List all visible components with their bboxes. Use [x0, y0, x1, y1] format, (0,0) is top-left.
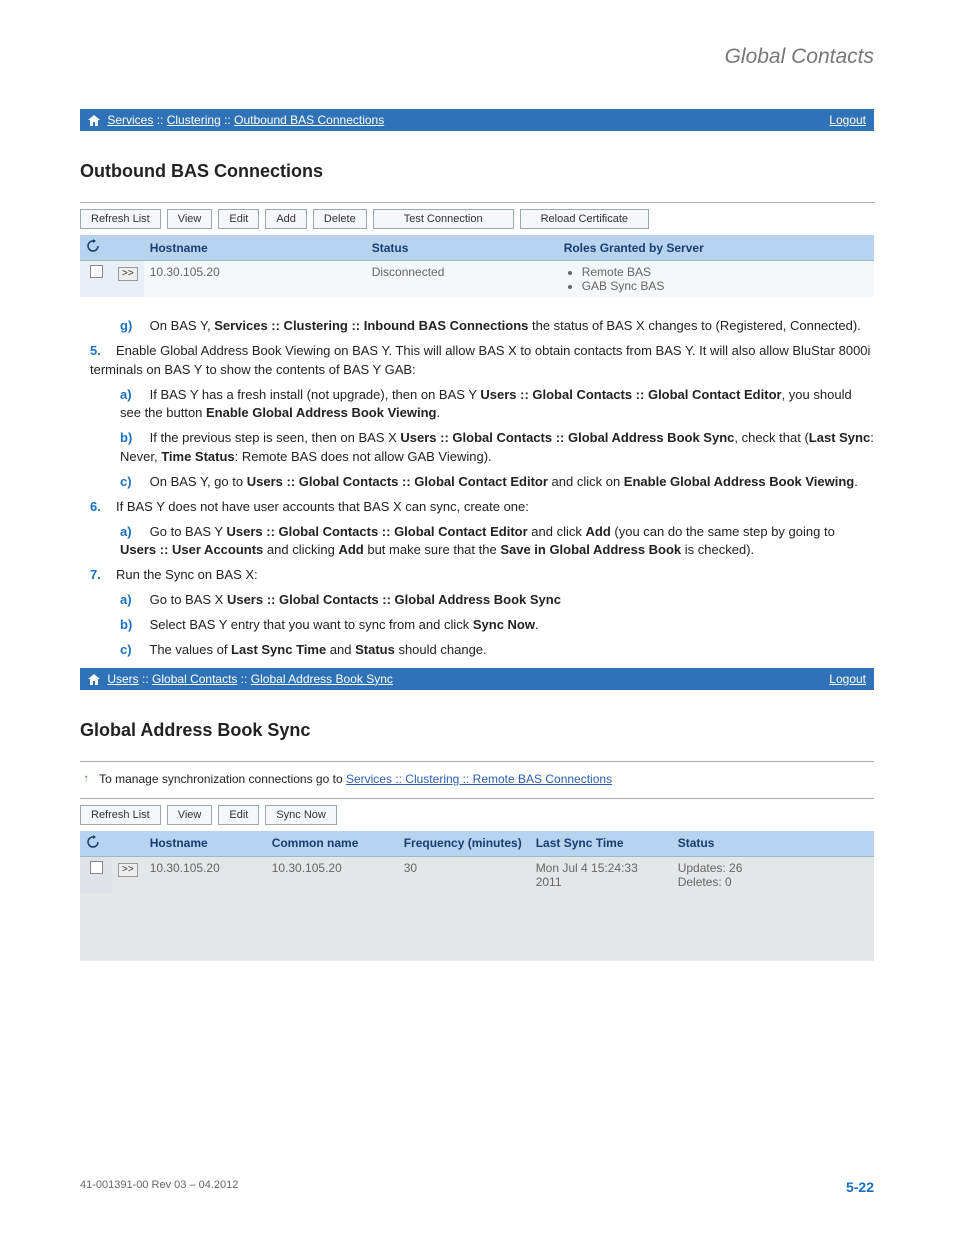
cell-hostname: 10.30.105.20 — [144, 261, 366, 298]
up-arrow-icon: ↑ — [80, 773, 92, 785]
breadcrumb-sep: :: — [157, 113, 167, 127]
section-title-gab-sync: Global Address Book Sync — [80, 720, 874, 741]
remote-bas-link[interactable]: Services :: Clustering :: Remote BAS Con… — [346, 772, 612, 786]
instruction-6: 6.If BAS Y does not have user accounts t… — [90, 498, 874, 517]
cell-common: 10.30.105.20 — [266, 856, 398, 893]
instruction-5c: c) On BAS Y, go to Users :: Global Conta… — [120, 473, 874, 492]
page-header-title: Global Contacts — [80, 45, 874, 69]
section-title-outbound: Outbound BAS Connections — [80, 161, 874, 182]
page-footer: 41-001391-00 Rev 03 – 04.2012 5-22 — [80, 1179, 874, 1195]
col-status: Status — [366, 235, 558, 261]
instruction-7: 7.Run the Sync on BAS X: — [90, 566, 874, 585]
cell-status: Disconnected — [366, 261, 558, 298]
instruction-6a: a) Go to BAS Y Users :: Global Contacts … — [120, 523, 874, 561]
col-roles: Roles Granted by Server — [558, 235, 874, 261]
instruction-5: 5.Enable Global Address Book Viewing on … — [90, 342, 874, 380]
refresh-list-button[interactable]: Refresh List — [80, 209, 161, 229]
breadcrumb-link[interactable]: Outbound BAS Connections — [234, 113, 384, 127]
footer-rev: 41-001391-00 Rev 03 – 04.2012 — [80, 1179, 238, 1195]
table-row[interactable]: >> 10.30.105.20 Disconnected Remote BAS … — [80, 261, 874, 298]
breadcrumb-sep: :: — [142, 672, 152, 686]
logout-link[interactable]: Logout — [829, 113, 866, 127]
info-line: ↑ To manage synchronization connections … — [80, 768, 874, 798]
refresh-icon-header[interactable] — [80, 831, 112, 857]
divider — [80, 202, 874, 203]
col-freq: Frequency (minutes) — [398, 831, 530, 857]
home-icon[interactable] — [88, 672, 100, 682]
expand-button[interactable]: >> — [118, 267, 138, 281]
breadcrumb-link[interactable]: Clustering — [167, 113, 221, 127]
cell-hostname: 10.30.105.20 — [144, 856, 266, 893]
col-hostname: Hostname — [144, 831, 266, 857]
toolbar-1: Refresh List View Edit Add Delete Test C… — [80, 209, 874, 229]
delete-button[interactable]: Delete — [313, 209, 367, 229]
instruction-5b: b) If the previous step is seen, then on… — [120, 429, 874, 467]
breadcrumb-link[interactable]: Global Address Book Sync — [251, 672, 393, 686]
role-item: Remote BAS — [582, 265, 868, 279]
instruction-7a: a) Go to BAS X Users :: Global Contacts … — [120, 591, 874, 610]
refresh-list-button[interactable]: Refresh List — [80, 805, 161, 825]
table-row[interactable]: >> 10.30.105.20 10.30.105.20 30 Mon Jul … — [80, 856, 874, 893]
cell-last: Mon Jul 4 15:24:33 2011 — [530, 856, 672, 893]
instruction-g: g) On BAS Y, Services :: Clustering :: I… — [120, 317, 874, 336]
cell-roles: Remote BAS GAB Sync BAS — [558, 261, 874, 298]
gab-sync-table: Hostname Common name Frequency (minutes)… — [80, 831, 874, 961]
instruction-7b: b) Select BAS Y entry that you want to s… — [120, 616, 874, 635]
col-common: Common name — [266, 831, 398, 857]
view-button[interactable]: View — [167, 805, 213, 825]
sync-now-button[interactable]: Sync Now — [265, 805, 337, 825]
breadcrumb-sep: :: — [241, 672, 251, 686]
breadcrumb-bar-1: Services :: Clustering :: Outbound BAS C… — [80, 109, 874, 131]
expand-button[interactable]: >> — [118, 863, 138, 877]
divider — [80, 798, 874, 799]
edit-button[interactable]: Edit — [218, 805, 259, 825]
cell-freq: 30 — [398, 856, 530, 893]
refresh-icon-header[interactable] — [80, 235, 112, 261]
col-status: Status — [672, 831, 874, 857]
outbound-table: Hostname Status Roles Granted by Server … — [80, 235, 874, 297]
home-icon[interactable] — [88, 113, 100, 123]
row-checkbox[interactable] — [90, 861, 103, 874]
edit-button[interactable]: Edit — [218, 209, 259, 229]
view-button[interactable]: View — [167, 209, 213, 229]
role-item: GAB Sync BAS — [582, 279, 868, 293]
breadcrumb-link[interactable]: Users — [107, 672, 138, 686]
logout-link[interactable]: Logout — [829, 672, 866, 686]
footer-page-number: 5-22 — [846, 1179, 874, 1195]
breadcrumb-link[interactable]: Global Contacts — [152, 672, 237, 686]
reload-certificate-button[interactable]: Reload Certificate — [520, 209, 649, 229]
breadcrumb-bar-2: Users :: Global Contacts :: Global Addre… — [80, 668, 874, 690]
test-connection-button[interactable]: Test Connection — [373, 209, 514, 229]
breadcrumb-link[interactable]: Services — [107, 113, 153, 127]
instruction-5a: a) If BAS Y has a fresh install (not upg… — [120, 386, 874, 424]
add-button[interactable]: Add — [265, 209, 307, 229]
row-checkbox[interactable] — [90, 265, 103, 278]
col-hostname: Hostname — [144, 235, 366, 261]
instruction-7c: c) The values of Last Sync Time and Stat… — [120, 641, 874, 660]
breadcrumb-sep: :: — [224, 113, 234, 127]
col-last: Last Sync Time — [530, 831, 672, 857]
toolbar-2: Refresh List View Edit Sync Now — [80, 805, 874, 825]
cell-status: Updates: 26 Deletes: 0 — [672, 856, 874, 893]
divider — [80, 761, 874, 762]
